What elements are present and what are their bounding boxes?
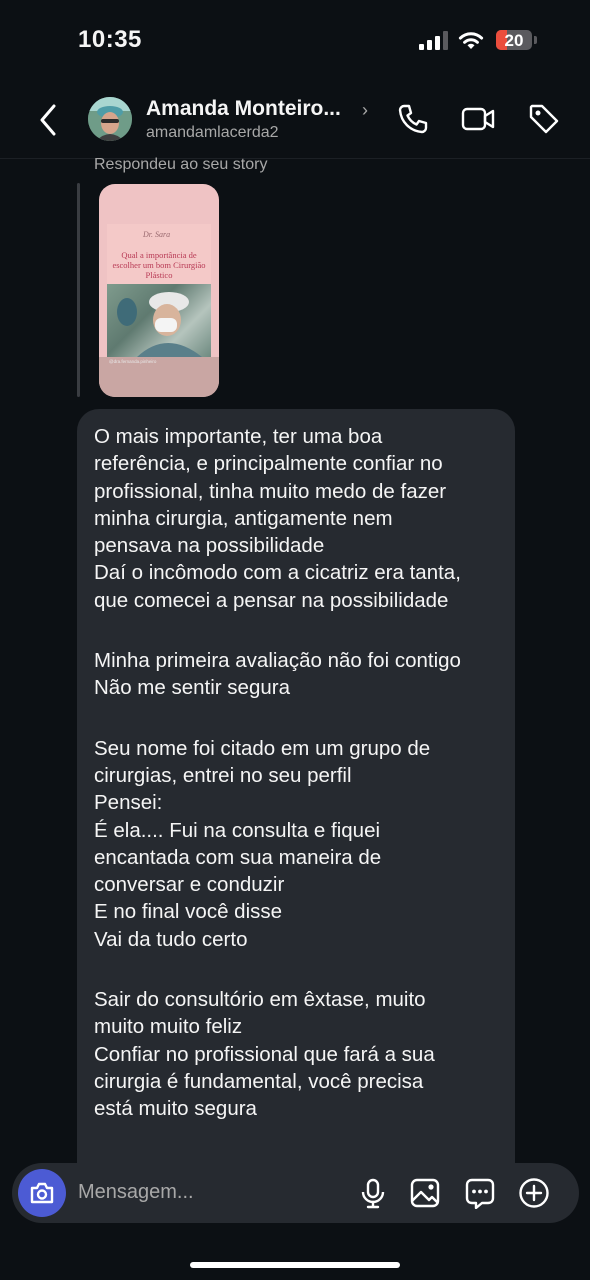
reply-indicator-bar: [77, 183, 80, 397]
message-line: Pensei:: [94, 791, 163, 815]
home-indicator: [190, 1262, 400, 1268]
status-time: 10:35: [78, 26, 142, 53]
story-caption: @dra.fernanda.pinheiro: [109, 359, 157, 364]
message-line: que comecei a pensar na possibilidade: [94, 588, 449, 612]
message-line: encantada com sua maneira de: [94, 845, 382, 869]
microphone-icon[interactable]: [357, 1177, 389, 1209]
story-title: Qual a importância de escolher um bom Ci…: [112, 250, 206, 280]
cellular-signal-icon: [419, 31, 449, 50]
message-line: muito muito feliz: [94, 1015, 243, 1039]
gallery-icon[interactable]: [409, 1177, 441, 1209]
add-circle-icon[interactable]: [518, 1177, 550, 1209]
message-line: minha cirurgia, antigamente nem: [94, 506, 393, 530]
message-line: Minha primeira avaliação não foi contigo: [94, 649, 461, 673]
message-composer: Mensagem...: [12, 1163, 579, 1223]
message-line: pensava na possibilidade: [94, 534, 325, 558]
phone-call-icon[interactable]: [395, 101, 431, 137]
message-line: E no final você disse: [94, 900, 283, 924]
status-bar: 10:35 20: [0, 0, 590, 80]
back-chevron-icon[interactable]: [34, 100, 64, 140]
message-line: cirurgias, entrei no seu perfil: [94, 763, 352, 787]
message-line: Daí o incômodo com a cicatriz era tanta,: [94, 561, 461, 585]
message-line: cirurgia é fundamental, você precisa: [94, 1069, 424, 1093]
message-text: O mais importante, ter uma boa referência…: [94, 423, 506, 1123]
message-line: Não me sentir segura: [94, 676, 290, 700]
message-line: Seu nome foi citado em um grupo de: [94, 736, 431, 760]
wifi-icon: [458, 32, 484, 49]
story-reply-label: Respondeu ao seu story: [94, 156, 268, 173]
message-line: Vai da tudo certo: [94, 927, 248, 951]
camera-button[interactable]: [18, 1169, 66, 1217]
message-line: É ela.... Fui na consulta e fiquei: [94, 818, 381, 842]
story-photo: [107, 284, 211, 357]
contact-username[interactable]: amandamlacerda2: [146, 124, 279, 142]
chat-header: Amanda Monteiro... › amandamlacerda2: [0, 80, 590, 159]
avatar[interactable]: [88, 97, 132, 141]
message-line: Confiar no profissional que fará a sua: [94, 1042, 435, 1066]
message-line: referência, e principalmente confiar no: [94, 452, 443, 476]
story-thumbnail[interactable]: Dr. Sara Qual a importância de escolher …: [99, 184, 219, 397]
sticker-chat-icon[interactable]: [464, 1177, 496, 1209]
contact-name[interactable]: Amanda Monteiro...: [146, 97, 341, 121]
battery-icon: 20: [496, 30, 532, 50]
message-line: conversar e conduzir: [94, 873, 285, 897]
message-line: Sair do consultório em êxtase, muito: [94, 988, 426, 1012]
tag-icon[interactable]: [526, 101, 562, 137]
video-call-icon[interactable]: [460, 101, 496, 137]
message-input[interactable]: Mensagem...: [78, 1181, 194, 1204]
message-line: está muito segura: [94, 1097, 257, 1121]
battery-level: 20: [504, 31, 524, 50]
story-logo: Dr. Sara: [143, 230, 171, 239]
story-card: Dr. Sara Qual a importância de escolher …: [107, 224, 211, 357]
message-line: profissional, tinha muito medo de fazer: [94, 479, 447, 503]
chevron-right-icon[interactable]: ›: [362, 100, 368, 121]
message-line: O mais importante, ter uma boa: [94, 425, 383, 448]
camera-icon: [30, 1182, 54, 1204]
